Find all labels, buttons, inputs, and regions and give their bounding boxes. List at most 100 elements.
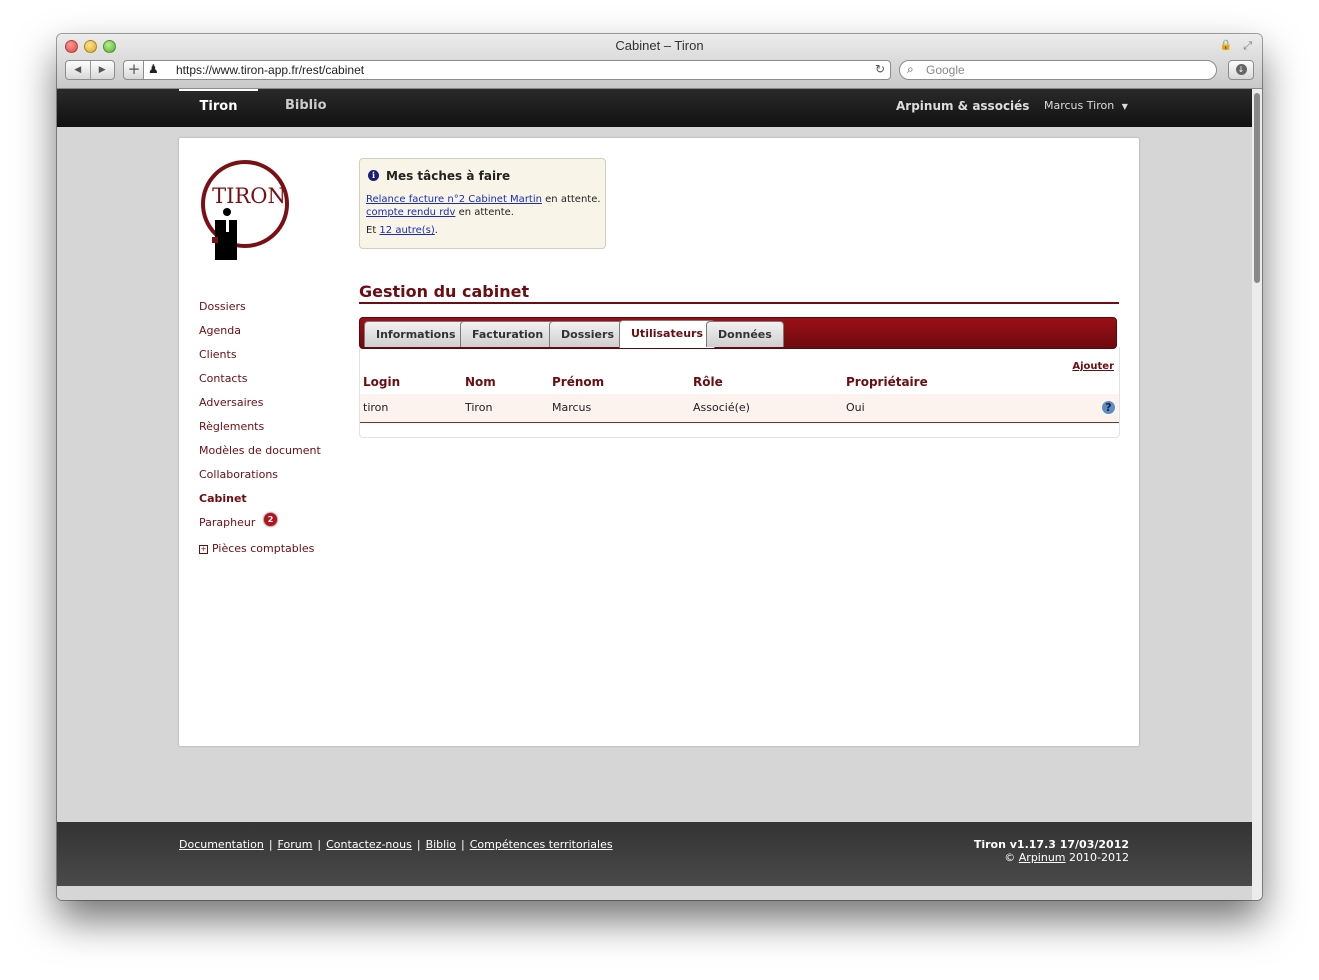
address-bar[interactable]: ♟ https://www.tiron-app.fr/rest/cabinet … xyxy=(143,60,891,80)
sidebar-item-collaborations[interactable]: Collaborations xyxy=(199,468,321,492)
url-text[interactable]: https://www.tiron-app.fr/rest/cabinet xyxy=(176,63,364,77)
tab-dossiers[interactable]: Dossiers xyxy=(549,321,626,347)
sidebar-item-label: Parapheur xyxy=(199,516,256,529)
footer-separator: | xyxy=(461,838,465,851)
task-link[interactable]: compte rendu rdv xyxy=(366,207,455,218)
task-item: Relance facture n°2 Cabinet Martin en at… xyxy=(366,194,601,205)
tasks-box: i Mes tâches à faire Relance facture n°2… xyxy=(359,158,606,249)
footer-link-competences[interactable]: Compétences territoriales xyxy=(470,838,613,851)
copyright-years: 2010-2012 xyxy=(1065,851,1129,864)
sidebar-item-reglements[interactable]: Règlements xyxy=(199,420,321,444)
tasks-title: Mes tâches à faire xyxy=(386,169,511,183)
footer-link-biblio[interactable]: Biblio xyxy=(426,838,456,851)
nav-tab-biblio[interactable]: Biblio xyxy=(285,89,327,127)
sidebar-item-dossiers[interactable]: Dossiers xyxy=(199,300,321,324)
logo-text: TIRON xyxy=(212,184,286,208)
caret-down-icon: ▼ xyxy=(1121,102,1128,111)
sidebar-item-parapheur[interactable]: Parapheur 2 xyxy=(199,513,321,540)
expand-icon[interactable]: + xyxy=(199,545,208,554)
sidebar-item-pieces-comptables[interactable]: + Pièces comptables xyxy=(199,542,321,566)
column-header-nom: Nom xyxy=(465,375,496,389)
users-table-header: Login Nom Prénom Rôle Propriétaire xyxy=(360,375,1119,393)
footer-link-documentation[interactable]: Documentation xyxy=(179,838,264,851)
page-footer: Documentation | Forum | Contactez-nous | Bibli… xyxy=(57,822,1252,886)
footer-link-forum[interactable]: Forum xyxy=(278,838,313,851)
page-viewport: Tiron Biblio Arpinum & associés Marcus T… xyxy=(57,89,1262,900)
more-tasks: Et 12 autre(s). xyxy=(366,225,438,236)
add-user-link[interactable]: Ajouter xyxy=(1072,361,1114,372)
sidebar-item-agenda[interactable]: Agenda xyxy=(199,324,321,348)
tab-donnees[interactable]: Données xyxy=(706,321,784,347)
task-link[interactable]: Relance facture n°2 Cabinet Martin xyxy=(366,194,542,205)
history-buttons: ◀ ▶ xyxy=(65,60,115,80)
bottom-strip xyxy=(57,886,1252,900)
cabinet-tabs: Informations Facturation Dossiers Utilis… xyxy=(359,317,1117,349)
sidebar-item-contacts[interactable]: Contacts xyxy=(199,372,321,396)
more-suffix: . xyxy=(434,225,438,236)
info-icon: i xyxy=(368,170,379,181)
footer-separator: | xyxy=(317,838,322,851)
sidebar-item-label: Pièces comptables xyxy=(212,542,315,555)
new-tab-button[interactable]: + xyxy=(123,60,145,80)
footer-link-contact[interactable]: Contactez-nous xyxy=(326,838,412,851)
search-icon: ⌕ xyxy=(907,62,914,76)
tiron-logo: TIRON xyxy=(201,160,289,260)
more-prefix: Et xyxy=(366,225,380,236)
notification-badge: 2 xyxy=(264,513,277,526)
arpinum-link[interactable]: Arpinum xyxy=(1019,851,1066,864)
sidebar-item-cabinet[interactable]: Cabinet xyxy=(199,492,321,516)
footer-separator: | xyxy=(268,838,273,851)
version-text: Tiron v1.17.3 17/03/2012 xyxy=(973,838,1129,851)
cell-role: Associé(e) xyxy=(693,401,750,414)
users-panel: Ajouter Login Nom Prénom Rôle Propriétai… xyxy=(359,347,1120,438)
sidebar-item-adversaires[interactable]: Adversaires xyxy=(199,396,321,420)
scrollbar-thumb[interactable] xyxy=(1254,93,1260,283)
column-header-role: Rôle xyxy=(693,375,723,389)
downloads-button[interactable]: ↓ xyxy=(1228,60,1254,80)
column-header-prenom: Prénom xyxy=(552,375,605,389)
task-item: compte rendu rdv en attente. xyxy=(366,207,514,218)
cell-nom: Tiron xyxy=(465,401,493,414)
firm-name[interactable]: Arpinum & associés xyxy=(896,89,1029,123)
help-icon[interactable]: ? xyxy=(1102,401,1115,414)
nav-tab-tiron[interactable]: Tiron xyxy=(179,89,258,129)
sidebar-item-clients[interactable]: Clients xyxy=(199,348,321,372)
reload-icon[interactable]: ↻ xyxy=(875,62,885,76)
site-identity-icon[interactable]: ♟ xyxy=(148,62,159,76)
user-name: Marcus Tiron xyxy=(1044,99,1115,112)
more-tasks-link[interactable]: 12 autre(s) xyxy=(379,225,434,236)
copyright-prefix: © xyxy=(1004,851,1019,864)
cell-prenom: Marcus xyxy=(552,401,592,414)
top-navbar: Tiron Biblio Arpinum & associés Marcus T… xyxy=(57,89,1252,127)
cell-proprietaire: Oui xyxy=(846,401,865,414)
user-menu[interactable]: Marcus Tiron ▼ xyxy=(1044,89,1128,124)
copyright: © Arpinum 2010-2012 xyxy=(974,851,1129,864)
browser-window: Cabinet – Tiron 🔒 ⤢ ◀ ▶ + ♟ https://www.t… xyxy=(57,34,1262,900)
tab-informations[interactable]: Informations xyxy=(364,321,468,347)
forward-button[interactable]: ▶ xyxy=(91,61,115,79)
window-title: Cabinet – Tiron xyxy=(615,38,704,53)
tab-utilisateurs[interactable]: Utilisateurs xyxy=(619,320,715,348)
sidebar-nav: Dossiers Agenda Clients Contacts Adversa… xyxy=(199,300,321,566)
download-icon: ↓ xyxy=(1235,64,1247,75)
fullscreen-icon[interactable]: ⤢ xyxy=(1243,39,1252,53)
tab-facturation[interactable]: Facturation xyxy=(460,321,556,347)
footer-version-block: Tiron v1.17.3 17/03/2012 © Arpinum 2010-… xyxy=(974,838,1129,864)
page-title: Gestion du cabinet xyxy=(359,282,1119,304)
search-placeholder: Google xyxy=(926,63,965,77)
cell-login: tiron xyxy=(363,401,389,414)
column-header-proprietaire: Propriétaire xyxy=(846,375,928,389)
footer-separator: | xyxy=(416,838,421,851)
search-field[interactable]: ⌕ Google xyxy=(899,60,1217,80)
task-status: en attente. xyxy=(455,207,514,218)
table-row[interactable]: tiron Tiron Marcus Associé(e) Oui ? xyxy=(360,394,1119,423)
back-button[interactable]: ◀ xyxy=(66,61,91,79)
browser-chrome: Cabinet – Tiron 🔒 ⤢ ◀ ▶ + ♟ https://www.t… xyxy=(57,34,1262,89)
page-scrollbar[interactable] xyxy=(1252,89,1262,900)
lock-icon: 🔒 xyxy=(1219,40,1232,51)
column-header-login: Login xyxy=(363,375,401,389)
task-status: en attente. xyxy=(541,194,601,205)
sidebar-item-modeles[interactable]: Modèles de document xyxy=(199,444,321,468)
footer-links: Documentation | Forum | Contactez-nous | Bibli… xyxy=(179,838,613,851)
main-card: TIRON Dossiers Agenda Clients Contacts A… xyxy=(179,138,1139,746)
